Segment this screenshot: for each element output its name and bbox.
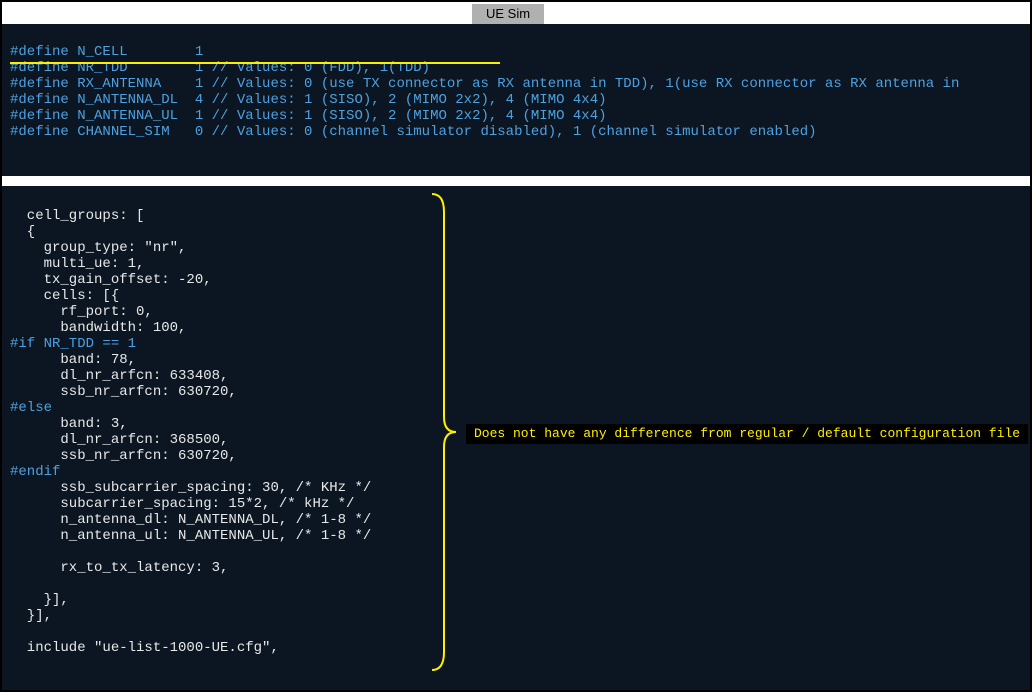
tab-bar: UE Sim	[2, 2, 1030, 24]
code-line: band: 78,	[10, 352, 136, 368]
code-line: n_antenna_ul: N_ANTENNA_UL, /* 1-8 */	[10, 528, 371, 544]
section-divider	[2, 176, 1030, 186]
code-line: band: 3,	[10, 416, 128, 432]
code-line: subcarrier_spacing: 15*2, /* kHz */	[10, 496, 354, 512]
code-line: #define CHANNEL_SIM 0 // Values: 0 (chan…	[10, 124, 817, 140]
annotation-no-difference: Does not have any difference from regula…	[466, 424, 1028, 444]
code-line: tx_gain_offset: -20,	[10, 272, 212, 288]
tab-ue-sim[interactable]: UE Sim	[472, 4, 544, 24]
preproc-endif: #endif	[10, 464, 60, 480]
code-line: {	[10, 224, 35, 240]
code-line: dl_nr_arfcn: 368500,	[10, 432, 228, 448]
code-line: multi_ue: 1,	[10, 256, 144, 272]
code-line: include "ue-list-1000-UE.cfg",	[10, 640, 279, 656]
code-line: #define N_ANTENNA_DL 4 // Values: 1 (SIS…	[10, 92, 607, 108]
code-line: }],	[10, 608, 52, 624]
code-line: ssb_subcarrier_spacing: 30, /* KHz */	[10, 480, 371, 496]
code-line: #define N_ANTENNA_UL 1 // Values: 1 (SIS…	[10, 108, 607, 124]
code-line: #define N_CELL 1	[10, 44, 203, 60]
code-line: cell_groups: [	[10, 208, 144, 224]
defines-block: #define N_CELL 1 #define NR_TDD 1 // Val…	[2, 24, 1030, 176]
code-line: dl_nr_arfcn: 633408,	[10, 368, 228, 384]
code-line: bandwidth: 100,	[10, 320, 186, 336]
preproc-if: #if NR_TDD == 1	[10, 336, 136, 352]
code-line: ssb_nr_arfcn: 630720,	[10, 384, 237, 400]
code-line: }],	[10, 592, 69, 608]
code-line: rx_to_tx_latency: 3,	[10, 560, 228, 576]
code-line: group_type: "nr",	[10, 240, 186, 256]
underline-nr-tdd	[10, 62, 500, 64]
code-line: #define RX_ANTENNA 1 // Values: 0 (use T…	[10, 76, 959, 92]
code-line: ssb_nr_arfcn: 630720,	[10, 448, 237, 464]
window-frame: UE Sim #define N_CELL 1 #define NR_TDD 1…	[0, 0, 1032, 692]
code-line: cells: [{	[10, 288, 119, 304]
curly-bracket-icon	[430, 192, 460, 672]
preproc-else: #else	[10, 400, 52, 416]
code-line: rf_port: 0,	[10, 304, 153, 320]
config-block: cell_groups: [ { group_type: "nr", multi…	[2, 186, 1030, 692]
code-line: n_antenna_dl: N_ANTENNA_DL, /* 1-8 */	[10, 512, 371, 528]
